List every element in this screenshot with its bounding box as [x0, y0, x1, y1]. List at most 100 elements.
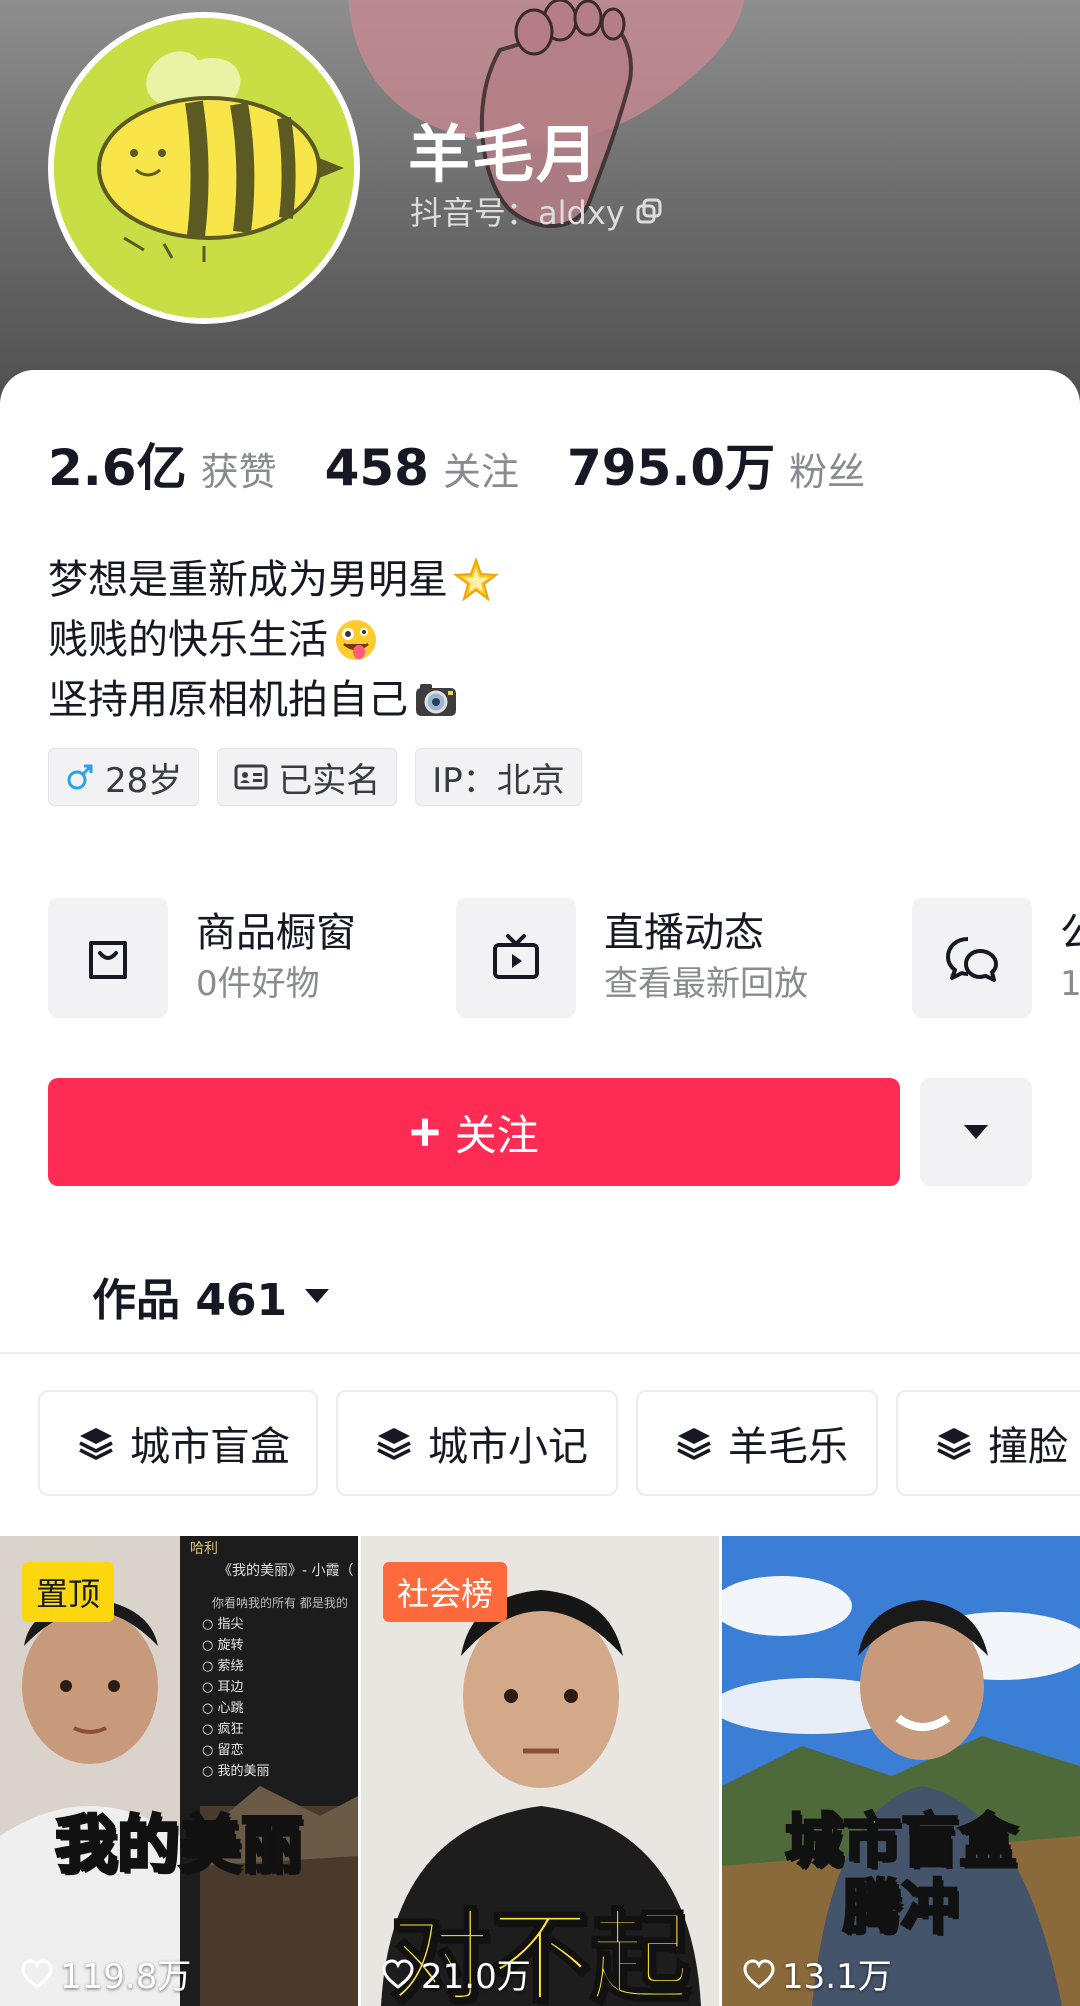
- verified-tag: 已实名: [217, 748, 398, 806]
- bio-line: 贱贱的快乐生活: [48, 610, 500, 670]
- profile-card: 2.6亿 获赞 458 关注 795.0万 粉丝 梦想是重新成为男明星 贱贱的快…: [0, 370, 1080, 2006]
- video-thumbnail[interactable]: 社会榜 对不起 21.0万: [361, 1536, 719, 2006]
- service-subtitle: 1: [1060, 964, 1080, 1004]
- video-grid: 哈利 《我的美丽》- 小霞（ 你看呐我的所有 都是我的 ○ 指尖 ○ 旋转 ○ …: [0, 1536, 1080, 2006]
- ip-location-text: IP：北京: [432, 760, 565, 801]
- service-live[interactable]: 直播动态 查看最新回放: [456, 898, 808, 1018]
- service-subtitle: 0件好物: [196, 964, 320, 1004]
- heart-icon: [21, 1958, 53, 1989]
- service-text: 直播动态 查看最新回放: [604, 907, 808, 1009]
- collection-chip[interactable]: 羊毛乐: [636, 1390, 878, 1496]
- bio-text: 贱贱的快乐生活: [48, 617, 328, 663]
- stats-row: 2.6亿 获赞 458 关注 795.0万 粉丝: [48, 428, 913, 500]
- video-overlay-item: ○ 耳边: [202, 1680, 244, 1695]
- collections-row: 城市盲盒 城市小记 羊毛乐 撞脸: [38, 1390, 1080, 1500]
- more-dropdown-button[interactable]: [920, 1078, 1032, 1186]
- age-text: 28岁: [105, 760, 183, 801]
- service-icon-box: [456, 898, 576, 1018]
- service-text: 商品橱窗 0件好物: [196, 907, 356, 1009]
- video-caption: 我的美丽: [53, 1807, 304, 1883]
- heart-icon: [743, 1958, 775, 1989]
- following-label: 关注: [442, 450, 519, 494]
- video-overlay-item: ○ 指尖: [202, 1617, 244, 1632]
- social-chart-badge: 社会榜: [383, 1562, 508, 1622]
- stat-followers[interactable]: 795.0万 粉丝: [567, 428, 865, 500]
- video-likes: 13.1万: [742, 1949, 892, 1998]
- collection-label: 羊毛乐: [728, 1424, 848, 1470]
- heart-icon: [382, 1958, 414, 1989]
- likes-count: 2.6亿: [48, 439, 187, 497]
- bio-text: 梦想是重新成为男明星: [48, 557, 448, 603]
- video-caption-line: 城市盲盒: [783, 1807, 1018, 1876]
- collection-chip[interactable]: 城市小记: [336, 1390, 618, 1496]
- camera-emoji-icon: [416, 684, 456, 716]
- pinned-badge: 置顶: [22, 1562, 115, 1622]
- douyin-id-text: 抖音号：aldxy: [410, 194, 625, 232]
- age-tag: 28岁: [48, 748, 200, 806]
- works-tab-label: 作品 461: [92, 1275, 288, 1326]
- copy-icon[interactable]: [635, 197, 663, 225]
- service-subtitle: 查看最新回放: [604, 964, 808, 1004]
- layers-icon: [937, 1428, 971, 1460]
- caret-down-icon: [964, 1125, 988, 1139]
- collection-label: 撞脸: [988, 1424, 1068, 1470]
- collection-label: 城市盲盒: [130, 1424, 290, 1470]
- service-title: 直播动态: [604, 910, 764, 956]
- bio-line: 梦想是重新成为男明星: [48, 550, 500, 610]
- video-likes: 119.8万: [20, 1949, 191, 1998]
- collection-label: 城市小记: [428, 1424, 588, 1470]
- tv-icon: [493, 934, 539, 979]
- service-icon-box: [48, 898, 168, 1018]
- services-row: 商品橱窗 0件好物 直播动态 查看最新回放 1: [48, 898, 1080, 1022]
- douyin-id[interactable]: 抖音号：aldxy: [410, 188, 663, 234]
- profile-name: 羊毛月: [408, 118, 601, 191]
- verified-text: 已实名: [278, 760, 381, 801]
- collection-chip[interactable]: 城市盲盒: [38, 1390, 318, 1496]
- video-overlay-item: ○ 疯狂: [202, 1722, 244, 1737]
- video-thumbnail[interactable]: 哈利 《我的美丽》- 小霞（ 你看呐我的所有 都是我的 ○ 指尖 ○ 旋转 ○ …: [0, 1536, 358, 2006]
- video-overlay-list: ○ 指尖 ○ 旋转 ○ 萦绕 ○ 耳边 ○ 心跳 ○ 疯狂 ○ 留恋 ○ 我的美…: [202, 1614, 270, 1782]
- tab-works[interactable]: 作品 461: [92, 1264, 331, 1328]
- followers-label: 粉丝: [789, 450, 866, 494]
- follow-button[interactable]: + 关注: [48, 1078, 900, 1186]
- divider: [0, 1352, 1080, 1354]
- video-overlay-item: ○ 心跳: [202, 1701, 244, 1716]
- followers-count: 795.0万: [566, 439, 776, 497]
- ip-location-tag: IP：北京: [415, 748, 582, 806]
- likes-count: 13.1万: [782, 1957, 892, 1997]
- avatar[interactable]: [48, 12, 360, 324]
- bio-text: 坚持用原相机拍自己: [48, 677, 408, 723]
- service-shop-window[interactable]: 商品橱窗 0件好物: [48, 898, 356, 1018]
- service-group-chat[interactable]: 公 1: [912, 898, 1080, 1018]
- zany-face-emoji-icon: [336, 620, 376, 660]
- chat-bubbles-icon: [946, 937, 998, 982]
- shopping-bag-icon: [89, 941, 127, 979]
- service-text: 公 1: [1060, 907, 1080, 1009]
- service-title: 商品橱窗: [196, 910, 356, 956]
- video-overlay-item: ○ 我的美丽: [202, 1764, 270, 1779]
- bio-line: 坚持用原相机拍自己: [48, 670, 500, 730]
- video-thumbnail[interactable]: 城市盲盒 腾冲 13.1万: [722, 1536, 1080, 2006]
- video-likes: 21.0万: [381, 1949, 531, 1998]
- likes-count: 21.0万: [421, 1957, 531, 1997]
- follow-row: + 关注: [48, 1078, 1032, 1186]
- video-overlay-subtitle: 你看呐我的所有 都是我的: [212, 1596, 348, 1610]
- follow-label: 关注: [454, 1111, 539, 1159]
- bio: 梦想是重新成为男明星 贱贱的快乐生活 坚持用原相机拍自己: [48, 550, 500, 730]
- layers-icon: [677, 1428, 711, 1460]
- plus-icon: +: [409, 1102, 441, 1162]
- profile-header: 羊毛月 抖音号：aldxy: [0, 0, 1080, 420]
- profile-tags: 28岁 已实名 IP：北京: [48, 748, 582, 806]
- likes-count: 119.8万: [60, 1957, 192, 1997]
- video-overlay-item: ○ 萦绕: [202, 1659, 244, 1674]
- bee-avatar-icon: [54, 18, 354, 318]
- video-caption-line: 腾冲: [841, 1873, 960, 1942]
- video-overlay-back: 哈利: [190, 1541, 218, 1557]
- stat-likes: 2.6亿 获赞: [48, 428, 277, 500]
- collection-chip[interactable]: 撞脸: [896, 1390, 1080, 1496]
- layers-icon: [79, 1428, 113, 1460]
- stat-following[interactable]: 458 关注: [325, 439, 519, 497]
- id-card-icon: [234, 764, 268, 790]
- caret-down-icon: [305, 1289, 330, 1303]
- likes-label: 获赞: [200, 450, 277, 494]
